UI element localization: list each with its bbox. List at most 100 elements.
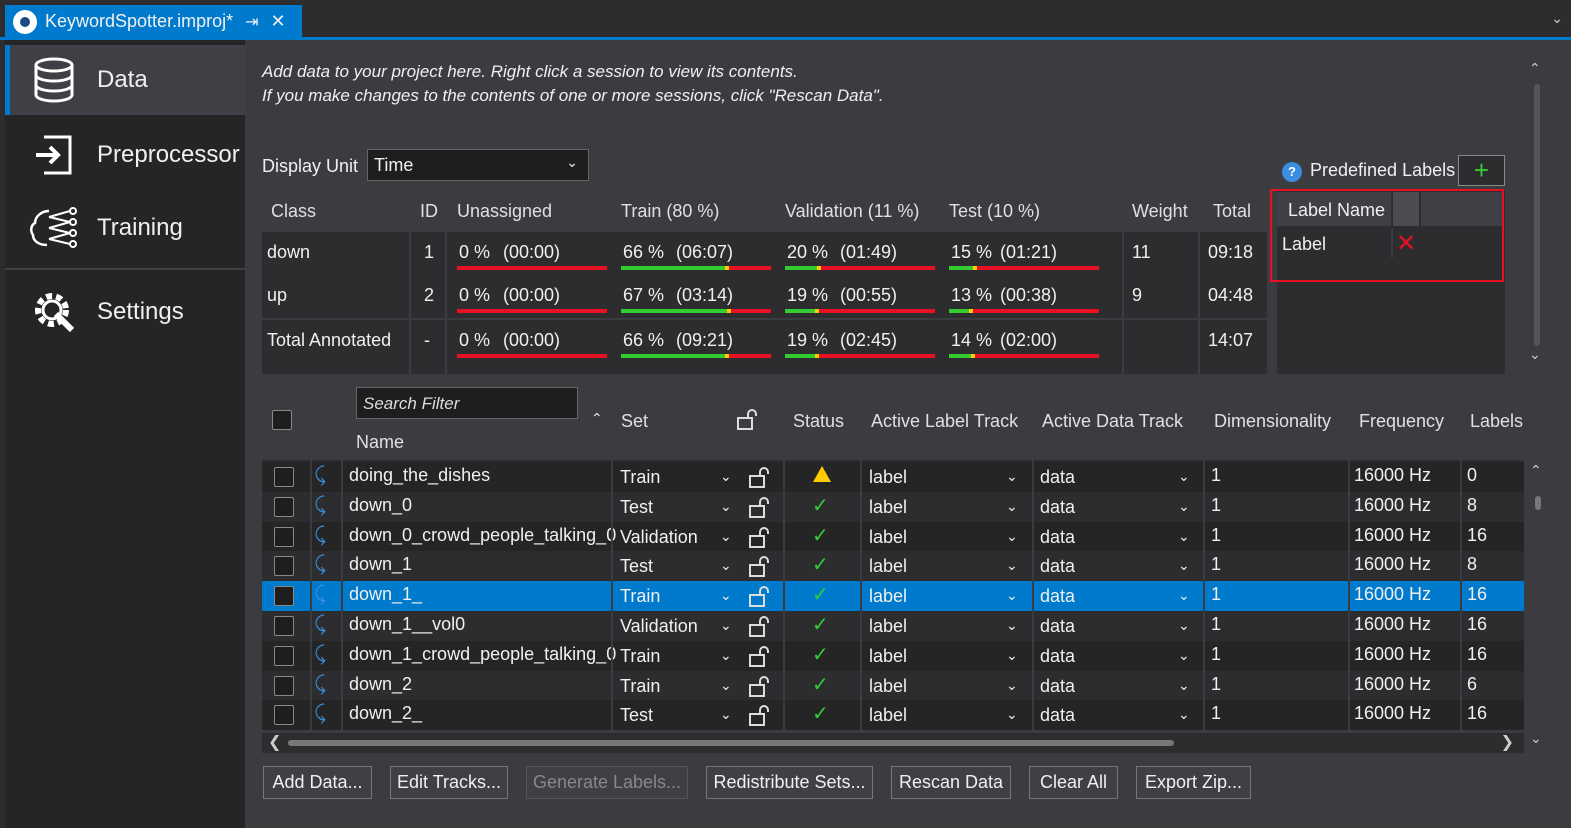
scroll-up-icon[interactable]: ⌃ [1529,60,1541,77]
chevron-down-icon[interactable]: ⌄ [1006,498,1018,515]
data-track-select-value[interactable]: data [1040,586,1075,607]
chevron-down-icon[interactable]: ⌄ [1178,706,1190,723]
redo-arrow-icon[interactable]: ⤹ [314,524,326,547]
unlock-icon[interactable] [748,496,769,518]
set-select-value[interactable]: Test [620,556,653,577]
chevron-down-icon[interactable]: ⌄ [1178,468,1190,485]
redo-arrow-icon[interactable]: ⤹ [314,673,326,696]
scroll-up-icon[interactable]: ⌃ [1530,462,1542,479]
header-dimensionality[interactable]: Dimensionality [1214,411,1331,432]
sidebar-item-training[interactable]: Training [5,193,245,263]
pin-icon[interactable]: ⇥ [245,12,258,32]
header-name[interactable]: Name [356,432,404,453]
row-checkbox[interactable] [274,705,294,726]
label-track-select-value[interactable]: label [869,467,907,488]
table-row[interactable]: ⤹ down_2_ Test ⌄ ✓ label ⌄ data ⌄ 1 16000 Hz 16 [262,700,1524,731]
table-row[interactable]: ⤹ doing_the_dishes Train ⌄ label ⌄ data ⌄ 1 16000… [262,462,1524,492]
sessions-vertical-scrollbar[interactable]: ⌃ ⌄ [1526,460,1552,750]
set-select-value[interactable]: Train [620,646,660,667]
add-data-button[interactable]: Add Data... [263,766,372,799]
scrollbar-thumb[interactable] [288,740,1174,746]
chevron-down-icon[interactable]: ⌄ [1178,557,1190,574]
label-track-select-value[interactable]: label [869,646,907,667]
redo-arrow-icon[interactable]: ⤹ [314,643,326,666]
set-select-value[interactable]: Train [620,467,660,488]
label-track-select-value[interactable]: label [869,527,907,548]
chevron-down-icon[interactable]: ⌄ [720,617,732,634]
chevron-down-icon[interactable]: ⌄ [1178,498,1190,515]
data-track-select-value[interactable]: data [1040,705,1075,726]
chevron-down-icon[interactable]: ⌄ [720,706,732,723]
redistribute-sets-button[interactable]: Redistribute Sets... [706,766,873,799]
chevron-down-icon[interactable]: ⌄ [1178,647,1190,664]
redo-arrow-icon[interactable]: ⤹ [314,553,326,576]
scroll-down-icon[interactable]: ⌄ [1530,730,1542,747]
generate-labels-button[interactable]: Generate Labels... [526,766,688,799]
chevron-down-icon[interactable]: ⌄ [720,468,732,485]
table-row[interactable]: ⤹ down_0_crowd_people_talking_0 Validation… [262,521,1524,552]
redo-arrow-icon[interactable]: ⤹ [314,613,326,636]
rescan-data-button[interactable]: Rescan Data [891,766,1011,799]
scroll-left-icon[interactable]: ❮ [268,732,281,752]
data-track-select-value[interactable]: data [1040,527,1075,548]
row-checkbox[interactable] [274,526,294,547]
row-checkbox[interactable] [274,586,294,607]
unlock-icon[interactable] [748,615,769,637]
label-track-select-value[interactable]: label [869,676,907,697]
unlock-icon[interactable] [736,408,758,435]
chevron-down-icon[interactable]: ⌄ [720,677,732,694]
horizontal-scrollbar[interactable]: ❮ ❯ [262,733,1524,753]
chevron-down-icon[interactable]: ⌄ [1178,528,1190,545]
scrollbar-thumb[interactable] [1534,84,1540,346]
export-zip-button[interactable]: Export Zip... [1136,766,1251,799]
set-select-value[interactable]: Test [620,497,653,518]
data-track-select-value[interactable]: data [1040,467,1075,488]
data-track-select-value[interactable]: data [1040,676,1075,697]
unlock-icon[interactable] [748,645,769,667]
unlock-icon[interactable] [748,675,769,697]
set-select-value[interactable]: Validation [620,616,698,637]
set-select-value[interactable]: Test [620,705,653,726]
header-set[interactable]: Set [621,411,648,432]
table-row[interactable]: ⤹ down_1_crowd_people_talking_0 Train ⌄ ✓ lab… [262,640,1524,671]
table-row[interactable]: ⤹ down_1__vol0 Validation ⌄ ✓ label ⌄ data ⌄ 1 160… [262,611,1524,641]
sort-ascending-icon[interactable]: ⌃ [591,410,603,427]
chevron-down-icon[interactable]: ⌄ [1178,617,1190,634]
row-checkbox[interactable] [274,467,294,487]
chevron-down-icon[interactable]: ⌄ [720,498,732,515]
data-track-select-value[interactable]: data [1040,646,1075,667]
sidebar-item-preprocessor[interactable]: Preprocessor [5,120,245,190]
close-tab-icon[interactable]: ✕ [271,11,286,32]
search-filter-input[interactable]: Search Filter [356,387,578,419]
tab-overflow-chevron-icon[interactable]: ⌄ [1551,10,1563,27]
chevron-down-icon[interactable]: ⌄ [720,557,732,574]
unlock-icon[interactable] [748,466,769,488]
row-checkbox[interactable] [274,645,294,666]
label-track-select-value[interactable]: label [869,497,907,518]
vertical-scrollbar[interactable]: ⌃ ⌄ [1524,60,1552,374]
data-track-select-value[interactable]: data [1040,556,1075,577]
header-active-label-track[interactable]: Active Label Track [871,411,1018,432]
chevron-down-icon[interactable]: ⌄ [720,528,732,545]
unlock-icon[interactable] [748,585,769,608]
redo-arrow-icon[interactable]: ⤹ [314,464,326,487]
chevron-down-icon[interactable]: ⌄ [1006,587,1018,604]
chevron-down-icon[interactable]: ⌄ [720,587,732,604]
add-label-button[interactable]: + [1458,155,1505,186]
label-track-select-value[interactable]: label [869,616,907,637]
table-row[interactable]: ⤹ down_0 Test ⌄ ✓ label ⌄ data ⌄ 1 16000 Hz 8 [262,491,1524,522]
edit-tracks-button[interactable]: Edit Tracks... [390,766,508,799]
data-track-select-value[interactable]: data [1040,616,1075,637]
label-track-select-value[interactable]: label [869,556,907,577]
chevron-down-icon[interactable]: ⌄ [1178,677,1190,694]
set-select-value[interactable]: Validation [620,527,698,548]
chevron-down-icon[interactable]: ⌄ [1006,706,1018,723]
sidebar-item-settings[interactable]: Settings [5,277,245,347]
label-track-select-value[interactable]: label [869,705,907,726]
help-icon[interactable]: ? [1282,162,1302,182]
redo-arrow-icon[interactable]: ⤹ [314,494,326,517]
chevron-down-icon[interactable]: ⌄ [1006,557,1018,574]
scroll-right-icon[interactable]: ❯ [1501,732,1514,752]
unlock-icon[interactable] [748,704,769,727]
data-track-select-value[interactable]: data [1040,497,1075,518]
